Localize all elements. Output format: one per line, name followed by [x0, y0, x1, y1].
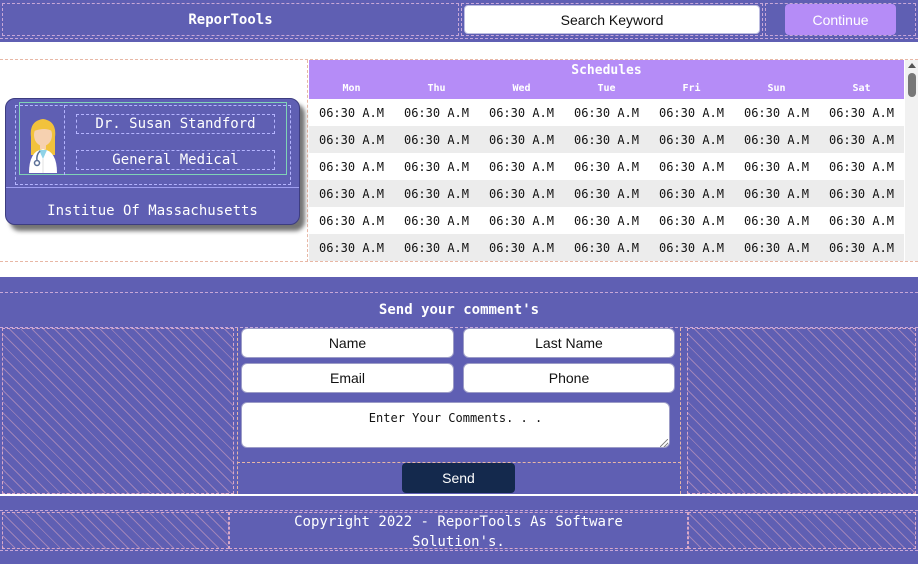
schedule-time-cell: 06:30 A.M [318, 159, 385, 174]
schedule-time-cell: 06:30 A.M [573, 159, 640, 174]
schedule-time-cell: 06:30 A.M [743, 213, 810, 228]
schedule-time-cell: 06:30 A.M [658, 132, 725, 147]
schedule-time-cell: 06:30 A.M [658, 213, 725, 228]
schedule-title: Schedules [571, 63, 642, 78]
schedule-day-headers: Mon Thu Wed Tue Fri Sun Sat [309, 83, 904, 94]
schedule-day-header: Wed [512, 83, 531, 94]
table-row: 06:30 A.M 06:30 A.M 06:30 A.M 06:30 A.M 06:3… [309, 99, 904, 126]
schedule-time-cell: 06:30 A.M [488, 240, 555, 255]
copyright-text: Copyright 2022 - ReporTools As Software … [229, 512, 688, 552]
schedule-time-cell: 06:30 A.M [318, 213, 385, 228]
schedule-day-header: Sat [852, 83, 871, 94]
schedule-time-cell: 06:30 A.M [318, 240, 385, 255]
send-button[interactable]: Send [402, 463, 515, 493]
footer: Copyright 2022 - ReporTools As Software … [0, 496, 918, 564]
schedule-time-cell: 06:30 A.M [318, 132, 385, 147]
schedule-time-cell: 06:30 A.M [318, 186, 385, 201]
schedule-time-cell: 06:30 A.M [488, 186, 555, 201]
comments-title: Send your comment's [378, 302, 540, 318]
card-divider [6, 187, 299, 188]
schedule-time-cell: 06:30 A.M [828, 105, 895, 120]
schedule-time-cell: 06:30 A.M [573, 132, 640, 147]
schedule-time-cell: 06:30 A.M [743, 132, 810, 147]
email-field[interactable] [241, 363, 454, 393]
decorative-pattern-left [2, 328, 234, 494]
table-row: 06:30 A.M 06:30 A.M 06:30 A.M 06:30 A.M 06:3… [309, 153, 904, 180]
schedule-day-header: Mon [342, 83, 361, 94]
table-row: 06:30 A.M 06:30 A.M 06:30 A.M 06:30 A.M 06:3… [309, 126, 904, 153]
female-doctor-avatar-icon [29, 119, 57, 173]
schedule-time-cell: 06:30 A.M [828, 132, 895, 147]
schedule-time-cell: 06:30 A.M [403, 240, 470, 255]
schedule-time-cell: 06:30 A.M [488, 213, 555, 228]
schedule-time-cell: 06:30 A.M [828, 159, 895, 174]
copyright-line-1: Copyright 2022 - ReporTools As Software [294, 514, 623, 530]
header-divider [0, 38, 918, 39]
footer-divider-top [0, 510, 918, 511]
schedule-time-cell: 06:30 A.M [488, 105, 555, 120]
schedule-day-header: Fri [682, 83, 701, 94]
schedule-time-cell: 06:30 A.M [573, 186, 640, 201]
phone-field[interactable] [463, 363, 675, 393]
schedule-time-cell: 06:30 A.M [658, 105, 725, 120]
schedule-scrollbar[interactable] [905, 60, 918, 261]
content-divider [307, 60, 308, 262]
comment-textarea[interactable] [241, 402, 670, 448]
table-row: 06:30 A.M 06:30 A.M 06:30 A.M 06:30 A.M 06:3… [309, 207, 904, 234]
schedule-time-cell: 06:30 A.M [403, 159, 470, 174]
scrollbar-thumb[interactable] [908, 73, 916, 97]
schedule-day-header: Tue [597, 83, 616, 94]
copyright-line-2: Solution's. [412, 534, 505, 550]
schedule-time-cell: 06:30 A.M [743, 240, 810, 255]
schedule-time-cell: 06:30 A.M [828, 213, 895, 228]
schedule-time-cell: 06:30 A.M [488, 159, 555, 174]
last-name-field[interactable] [463, 328, 675, 358]
schedule-table: 06:30 A.M 06:30 A.M 06:30 A.M 06:30 A.M 06:3… [309, 99, 904, 261]
comments-divider-top [0, 292, 918, 293]
schedule-time-cell: 06:30 A.M [573, 105, 640, 120]
avatar [21, 105, 65, 175]
schedule-time-cell: 06:30 A.M [403, 132, 470, 147]
doctor-name: Dr. Susan Standford [76, 114, 275, 134]
table-row: 06:30 A.M 06:30 A.M 06:30 A.M 06:30 A.M 06:3… [309, 234, 904, 261]
schedule-time-cell: 06:30 A.M [828, 186, 895, 201]
schedule-time-cell: 06:30 A.M [403, 186, 470, 201]
schedule-time-cell: 06:30 A.M [488, 132, 555, 147]
schedule-day-header: Sun [767, 83, 786, 94]
schedule-time-cell: 06:30 A.M [658, 159, 725, 174]
footer-pattern-left [2, 512, 229, 549]
schedule-header: Schedules Mon Thu Wed Tue Fri Sun Sat [309, 60, 904, 99]
doctor-department: General Medical [76, 150, 275, 170]
doctor-institution: Institue Of Massachusetts [47, 203, 258, 219]
footer-divider-bottom [0, 550, 918, 551]
search-input[interactable] [464, 5, 760, 34]
header: ReporTools Continue [0, 0, 918, 42]
schedule-time-cell: 06:30 A.M [318, 105, 385, 120]
resize-grip-icon[interactable] [660, 439, 668, 447]
table-row: 06:30 A.M 06:30 A.M 06:30 A.M 06:30 A.M 06:3… [309, 180, 904, 207]
schedule-time-cell: 06:30 A.M [573, 213, 640, 228]
schedule-time-cell: 06:30 A.M [743, 105, 810, 120]
schedule-time-cell: 06:30 A.M [573, 240, 640, 255]
schedule-time-cell: 06:30 A.M [403, 213, 470, 228]
continue-button[interactable]: Continue [785, 4, 896, 35]
schedule-time-cell: 06:30 A.M [743, 159, 810, 174]
doctor-card: Dr. Susan Standford General Medical Inst… [5, 98, 300, 225]
schedule-time-cell: 06:30 A.M [828, 240, 895, 255]
schedule-time-cell: 06:30 A.M [743, 186, 810, 201]
scroll-up-arrow-icon[interactable] [908, 63, 916, 68]
schedule-time-cell: 06:30 A.M [403, 105, 470, 120]
name-field[interactable] [241, 328, 454, 358]
brand-title: ReporTools [2, 3, 459, 36]
schedule-day-header: Thu [427, 83, 446, 94]
schedule-time-cell: 06:30 A.M [658, 186, 725, 201]
footer-pattern-right [688, 512, 916, 549]
decorative-pattern-right [687, 328, 916, 494]
schedule-time-cell: 06:30 A.M [658, 240, 725, 255]
